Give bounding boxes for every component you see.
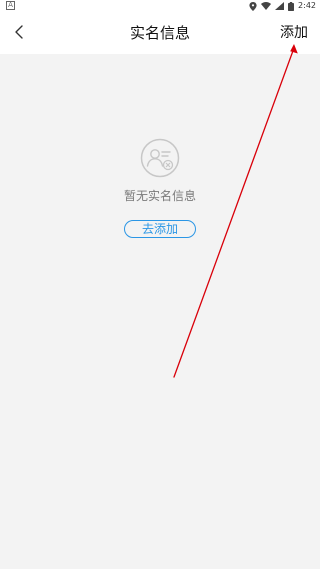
id-card-icon	[140, 138, 180, 178]
page-title: 实名信息	[129, 24, 190, 42]
status-badge: A	[6, 1, 15, 10]
status-time: 2:42	[298, 1, 316, 10]
battery-icon	[288, 1, 295, 11]
wifi-icon	[261, 2, 272, 10]
status-right: 2:42	[249, 0, 316, 12]
empty-message: 暂无实名信息	[123, 189, 196, 203]
empty-state: 暂无实名信息 去添加	[0, 138, 320, 238]
status-bar: A 2:42	[0, 0, 320, 12]
location-icon	[249, 1, 257, 11]
signal-icon	[275, 2, 285, 10]
nav-bar: 实名信息 添加	[0, 12, 320, 54]
go-add-button[interactable]: 去添加	[124, 220, 196, 238]
add-button[interactable]: 添加	[280, 12, 308, 54]
annotation-arrow	[173, 44, 298, 378]
